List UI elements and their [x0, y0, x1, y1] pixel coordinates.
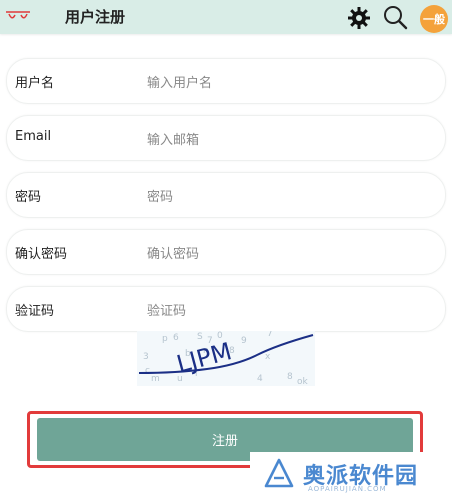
svg-text:ok: ok	[297, 377, 309, 386]
captcha-input[interactable]: 验证码	[147, 300, 186, 319]
svg-text:m: m	[151, 374, 160, 384]
svg-text:S: S	[197, 332, 203, 342]
captcha-field[interactable]: 验证码 验证码	[6, 286, 446, 332]
register-form: 用户名 输入用户名 Email 输入邮箱 密码 密码 确认密码 确认密码 验证码…	[0, 58, 452, 343]
svg-text:3: 3	[143, 352, 149, 362]
svg-text:4: 4	[257, 374, 263, 384]
confirm-password-input[interactable]: 确认密码	[147, 243, 199, 262]
field-label: 确认密码	[15, 247, 68, 262]
svg-text:7: 7	[267, 331, 273, 339]
field-label: 密码	[15, 190, 42, 205]
top-bar: 用户注册 一般	[0, 0, 452, 34]
username-field[interactable]: 用户名 输入用户名	[6, 58, 446, 104]
watermark-url: AOPAIRUJIAN.COM	[308, 485, 387, 493]
svg-text:x: x	[265, 352, 271, 362]
password-input[interactable]: 密码	[147, 186, 173, 205]
svg-text:p: p	[162, 334, 168, 344]
field-label: 验证码	[15, 304, 55, 319]
logo-icon[interactable]	[5, 10, 31, 24]
captcha-image[interactable]: p6S7 0 73 b n 8m u 4 8 okc 9lx LJPM	[137, 331, 315, 386]
brand-logo-icon	[264, 458, 294, 488]
field-label: Email	[15, 129, 52, 144]
svg-text:6: 6	[173, 333, 179, 343]
confirm-password-field[interactable]: 确认密码 确认密码	[6, 229, 446, 275]
gear-icon[interactable]	[347, 6, 371, 30]
password-field[interactable]: 密码 密码	[6, 172, 446, 218]
svg-text:c: c	[145, 366, 150, 376]
email-field[interactable]: Email 输入邮箱	[6, 115, 446, 161]
page-title: 用户注册	[65, 8, 126, 26]
watermark: 奥派软件园 AOPAIRUJIAN.COM	[250, 452, 452, 500]
username-input[interactable]: 输入用户名	[147, 72, 212, 91]
search-icon[interactable]	[382, 4, 408, 30]
svg-text:9: 9	[241, 336, 247, 346]
field-label: 用户名	[15, 76, 55, 91]
svg-text:8: 8	[287, 372, 293, 382]
level-badge[interactable]: 一般	[420, 5, 448, 33]
email-input[interactable]: 输入邮箱	[147, 129, 199, 148]
